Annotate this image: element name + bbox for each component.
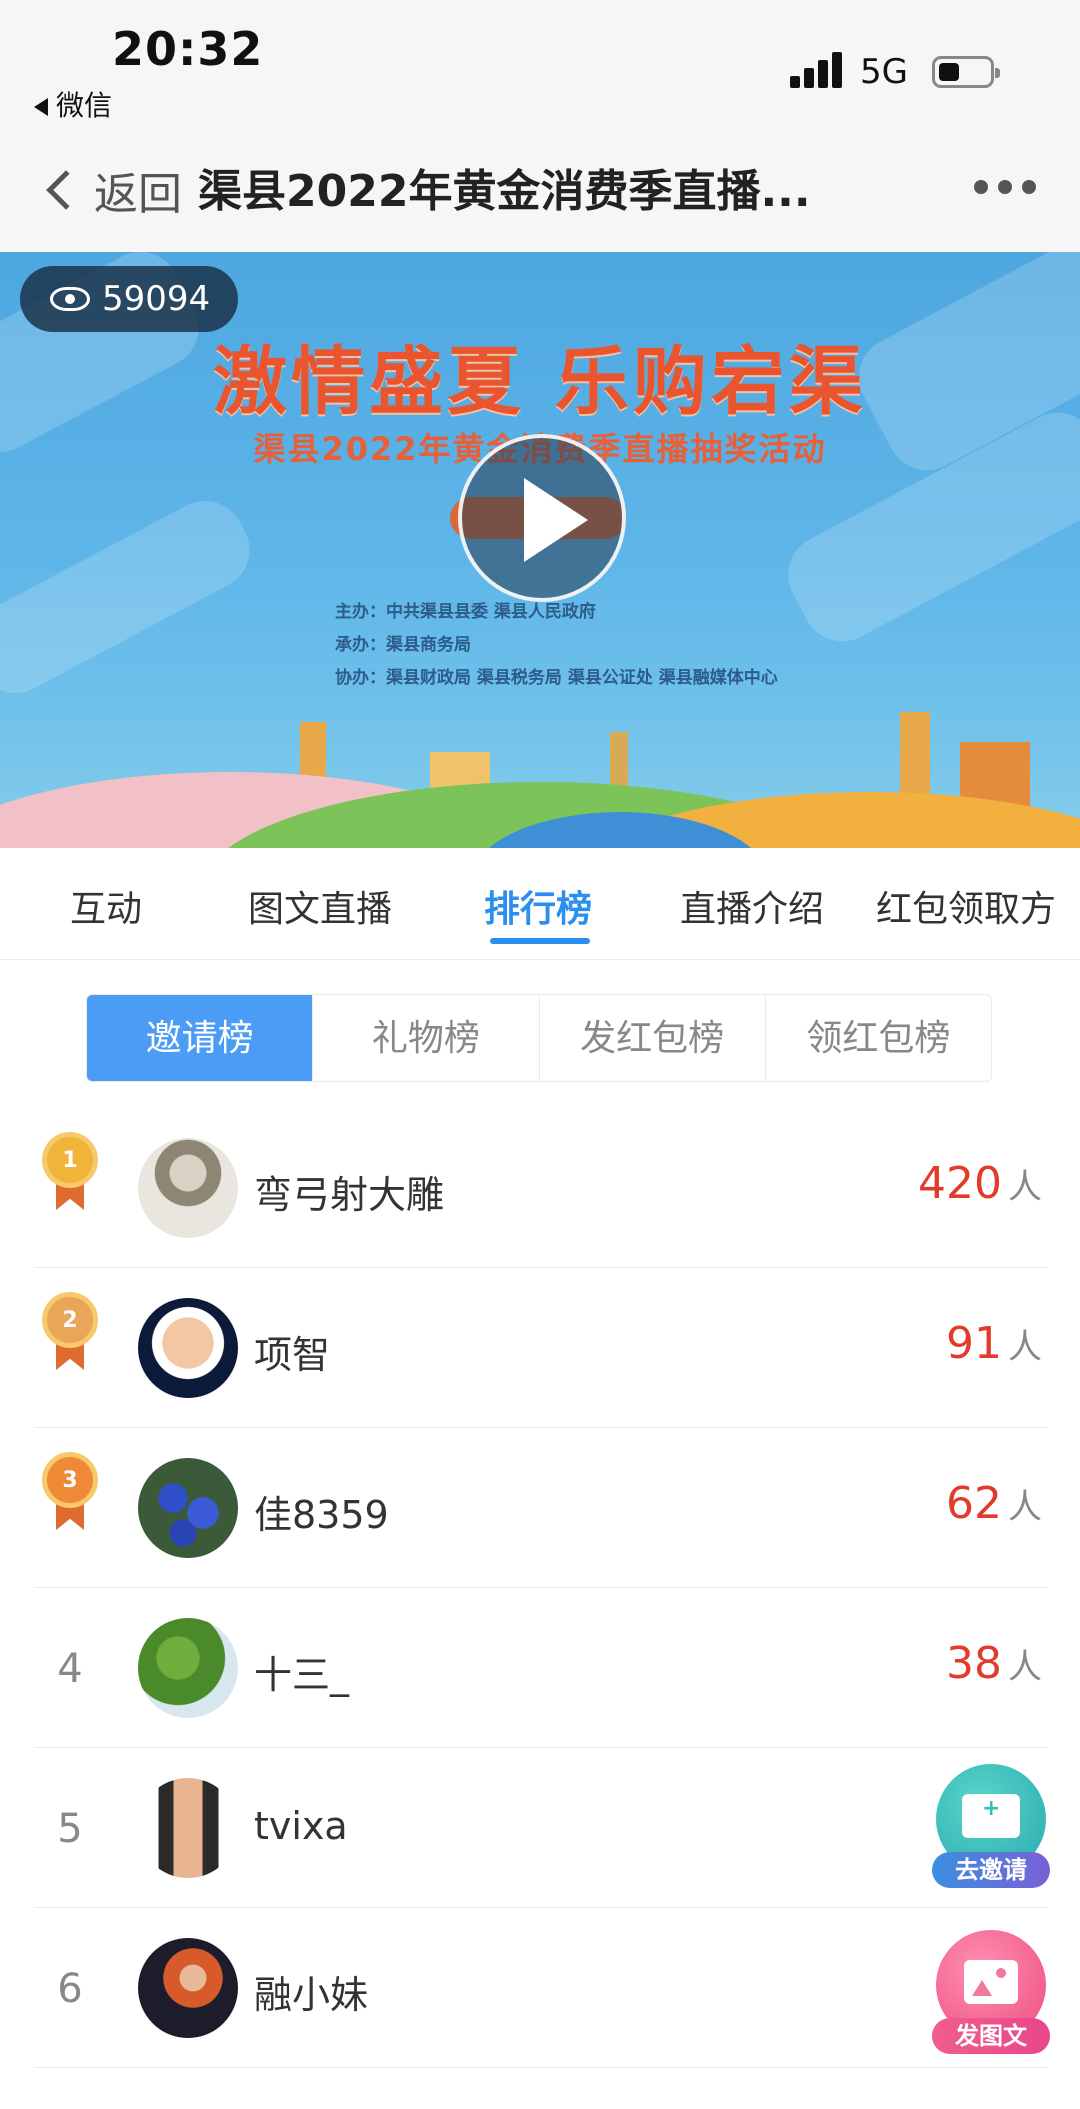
user-name: 融小妹 — [254, 1973, 369, 2017]
chevron-left-icon — [46, 170, 86, 210]
ranking-row[interactable]: 6 融小妹 — [34, 1908, 1048, 2068]
avatar[interactable] — [138, 1778, 238, 1878]
tab-red-packet[interactable]: 红包领取方 — [876, 880, 1056, 932]
organizer-line: 承办：渠县商务局 — [335, 635, 471, 655]
view-count: 59094 — [102, 279, 211, 319]
invite-count: 420 人 — [918, 1158, 1042, 1209]
organizer-line: 协办：渠县财政局 渠县税务局 渠县公证处 渠县融媒体中心 — [335, 668, 778, 688]
eye-icon — [50, 287, 90, 311]
image-icon — [964, 1960, 1018, 2004]
bronze-medal-icon: 3 — [42, 1452, 98, 1532]
post-fab-label: 发图文 — [932, 2018, 1050, 2054]
play-button-icon[interactable] — [458, 434, 626, 602]
invite-count: 91 人 — [946, 1318, 1042, 1369]
tab-graphic-live[interactable]: 图文直播 — [248, 880, 392, 932]
ranking-row[interactable]: 4 十三_ 38 人 — [34, 1588, 1048, 1748]
top-bar: 20:32 微信 5G 返回 渠县2022年黄金消费季直播... — [0, 0, 1080, 252]
more-options-icon[interactable] — [974, 180, 1036, 194]
avatar[interactable] — [138, 1298, 238, 1398]
rank-number: 6 — [57, 1966, 83, 2012]
rank-number: 5 — [57, 1806, 83, 1852]
user-name: tvixa — [254, 1804, 348, 1848]
rank-number: 4 — [57, 1646, 83, 1692]
tab-interaction[interactable]: 互动 — [70, 880, 142, 932]
back-app-label: 微信 — [56, 89, 113, 122]
user-name: 弯弓射大雕 — [254, 1173, 445, 1217]
network-label: 5G — [860, 52, 908, 92]
main-tabs: 互动 图文直播 排行榜 直播介绍 红包领取方 — [0, 848, 1080, 960]
ranking-row[interactable]: 5 tvixa — [34, 1748, 1048, 1908]
signal-icon — [790, 52, 844, 88]
back-triangle-icon — [34, 98, 48, 116]
avatar[interactable] — [138, 1138, 238, 1238]
organizer-line: 主办：中共渠县县委 渠县人民政府 — [335, 602, 596, 622]
user-name: 十三_ — [254, 1653, 350, 1697]
tab-live-intro[interactable]: 直播介绍 — [680, 880, 824, 932]
back-button[interactable]: 返回 — [40, 160, 182, 220]
user-name: 项智 — [254, 1333, 331, 1377]
page-title: 渠县2022年黄金消费季直播... — [198, 166, 811, 217]
post-fab-button[interactable]: 发图文 — [932, 1930, 1050, 2056]
avatar[interactable] — [138, 1618, 238, 1718]
avatar[interactable] — [138, 1938, 238, 2038]
tab-leaderboard[interactable]: 排行榜 — [484, 880, 592, 932]
banner-headline: 激情盛夏 乐购宕渠 — [213, 339, 867, 425]
back-to-app[interactable]: 微信 — [34, 84, 112, 124]
invite-fab-button[interactable]: 去邀请 — [932, 1764, 1050, 1890]
ranking-row[interactable]: 3 佳8359 62 人 — [34, 1428, 1048, 1588]
silver-medal-icon: 2 — [42, 1292, 98, 1372]
invite-fab-label: 去邀请 — [932, 1852, 1050, 1888]
subtab-invite[interactable]: 邀请榜 — [87, 995, 314, 1081]
user-name: 佳8359 — [254, 1493, 389, 1537]
back-button-label: 返回 — [94, 169, 182, 220]
avatar[interactable] — [138, 1458, 238, 1558]
leaderboard-subtabs: 邀请榜 礼物榜 发红包榜 领红包榜 — [86, 994, 992, 1082]
envelope-plus-icon — [962, 1794, 1020, 1838]
live-video-player[interactable]: 激情盛夏 乐购宕渠 渠县2022年黄金消费季直播抽奖活动 第 主办：中共渠县县委… — [0, 252, 1080, 848]
subtab-receive-red-packet[interactable]: 领红包榜 — [766, 995, 991, 1081]
invite-count: 38 人 — [946, 1638, 1042, 1689]
view-count-badge: 59094 — [20, 266, 238, 332]
gold-medal-icon: 1 — [42, 1132, 98, 1212]
ranking-row[interactable]: 1 弯弓射大雕 420 人 — [34, 1108, 1048, 1268]
battery-icon — [932, 56, 1000, 88]
status-time: 20:32 — [112, 22, 264, 76]
invite-count: 62 人 — [946, 1478, 1042, 1529]
ranking-row[interactable]: 2 项智 91 人 — [34, 1268, 1048, 1428]
active-tab-indicator — [490, 938, 590, 944]
subtab-send-red-packet[interactable]: 发红包榜 — [540, 995, 766, 1081]
subtab-gift[interactable]: 礼物榜 — [313, 995, 540, 1081]
